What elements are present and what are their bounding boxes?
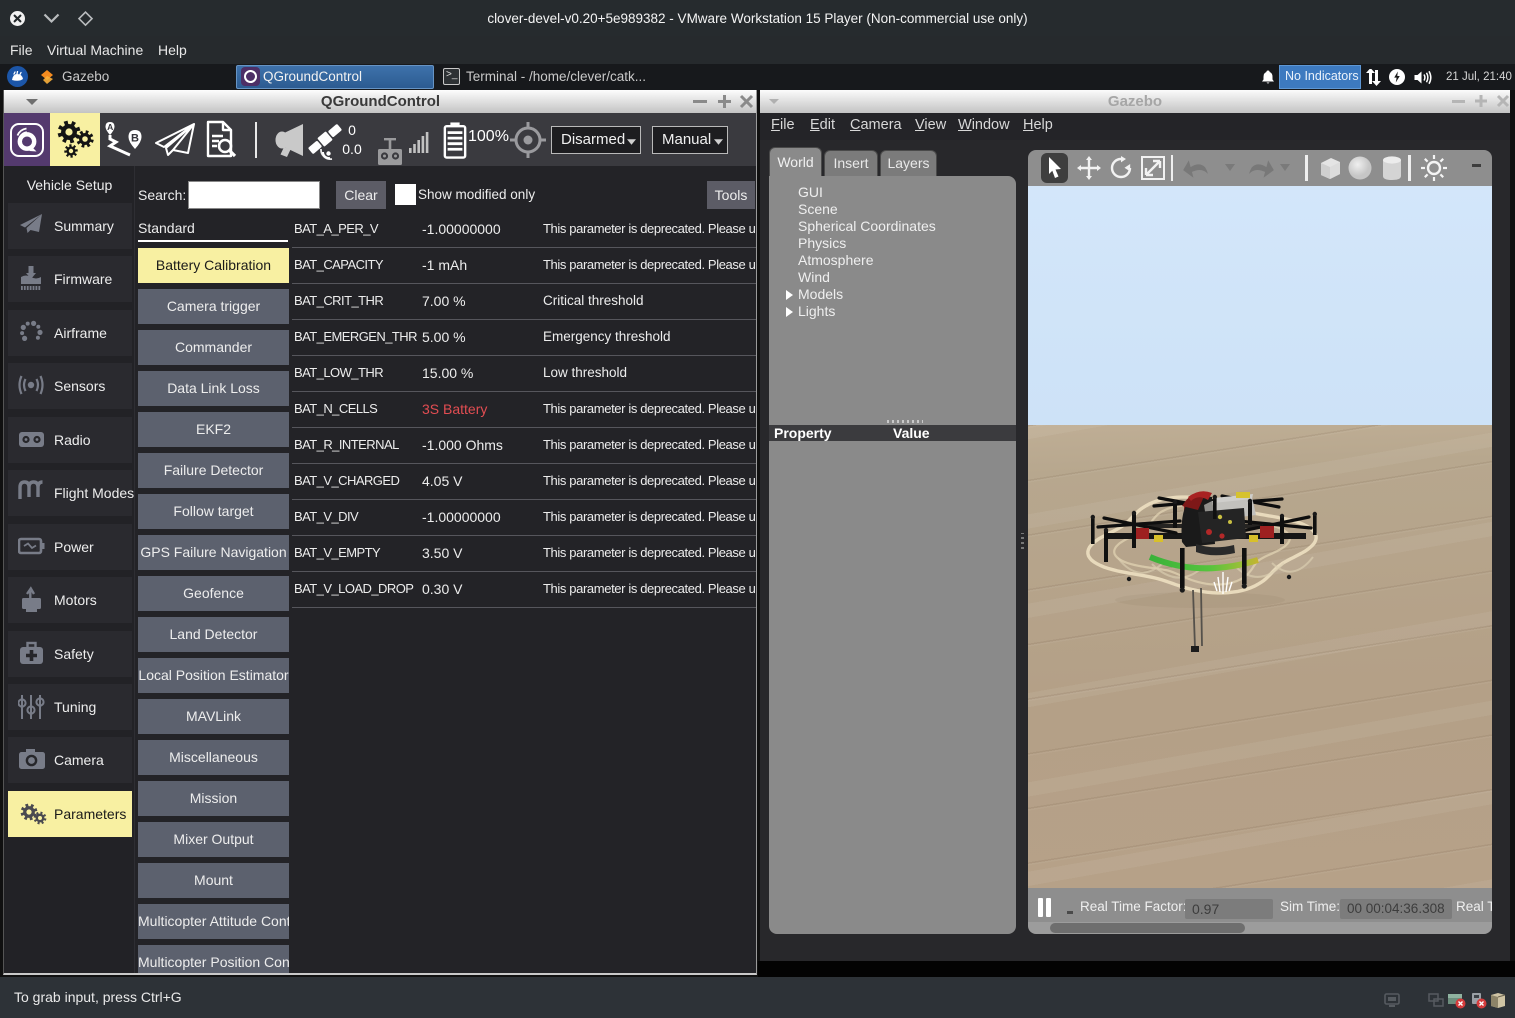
svg-text:A: A: [107, 122, 113, 132]
svg-text:B: B: [131, 133, 139, 145]
